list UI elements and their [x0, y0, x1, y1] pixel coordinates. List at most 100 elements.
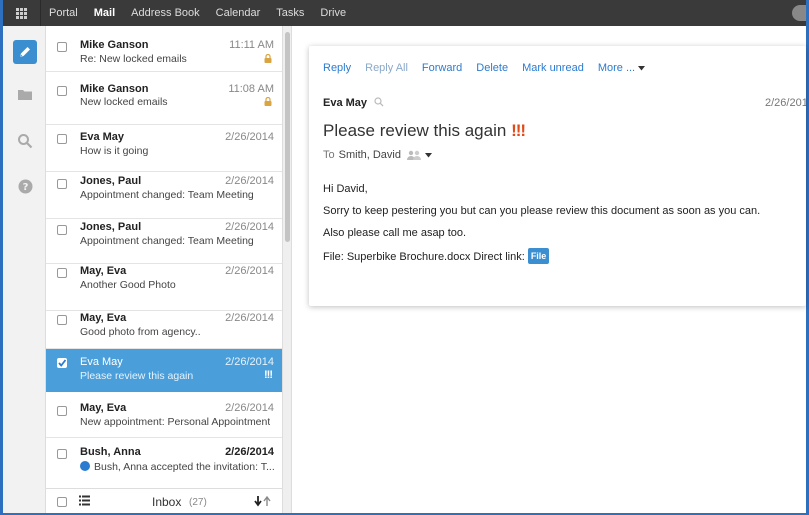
message-row[interactable]: May, Eva 2/26/2014 Another Good Photo	[46, 264, 282, 311]
file-link-button[interactable]: File	[527, 248, 550, 264]
help-icon[interactable]: ?	[13, 174, 37, 198]
body-greeting: Hi David,	[323, 183, 368, 195]
message-from: Jones, Paul	[80, 175, 142, 187]
message-from: May, Eva	[80, 265, 127, 277]
unread-dot-icon	[80, 461, 90, 471]
message-subject: Appointment changed: Team Meeting	[80, 189, 254, 201]
message-from: Jones, Paul	[80, 221, 142, 233]
file-text: File: Superbike Brochure.docx Direct lin…	[323, 251, 525, 263]
message-from: May, Eva	[80, 402, 127, 414]
message-checkbox[interactable]	[57, 225, 67, 235]
message-date: 2/26/2014	[225, 312, 274, 324]
message-subject: How is it going	[80, 145, 149, 157]
message-row-unread[interactable]: Bush, Anna 2/26/2014 Bush, Anna accepted…	[46, 438, 282, 488]
message-subject-line: Bush, Anna accepted the invitation: T...	[80, 461, 275, 473]
message-date: 11:11 AM	[229, 39, 274, 51]
message-subject: Re: New locked emails	[80, 53, 187, 65]
priority-indicator: !!!	[511, 121, 526, 140]
folder-icon[interactable]	[13, 82, 37, 106]
message-checkbox[interactable]	[57, 315, 67, 325]
message-row[interactable]: Jones, Paul 2/26/2014 Appointment change…	[46, 172, 282, 219]
sort-arrows-icon[interactable]	[254, 495, 272, 510]
nav-drive[interactable]: Drive	[312, 7, 354, 19]
nav-mail[interactable]: Mail	[86, 7, 123, 19]
sender-name[interactable]: Eva May	[323, 97, 384, 109]
priority-indicator: !!!	[264, 369, 273, 381]
message-date: 2/26/2014	[225, 402, 274, 414]
message-row-selected[interactable]: Eva May 2/26/2014 Please review this aga…	[46, 349, 282, 392]
message-checkbox[interactable]	[57, 179, 67, 189]
top-bar: Portal Mail Address Book Calendar Tasks …	[3, 0, 806, 26]
message-row[interactable]: Mike Ganson 11:08 AM New locked emails	[46, 72, 282, 125]
search-icon[interactable]	[13, 129, 37, 153]
body-file-line: File: Superbike Brochure.docx Direct lin…	[323, 248, 760, 270]
user-menu-avatar[interactable]	[792, 5, 806, 21]
list-footer: Inbox (27)	[46, 488, 282, 513]
message-checkbox[interactable]	[57, 134, 67, 144]
nav-tasks[interactable]: Tasks	[268, 7, 312, 19]
message-subject: New appointment: Personal Appointment	[80, 416, 271, 428]
message-row[interactable]: May, Eva 2/26/2014 New appointment: Pers…	[46, 392, 282, 438]
left-icon-rail: ?	[3, 26, 46, 513]
message-from: Mike Ganson	[80, 39, 149, 51]
message-date: 2/26/2014	[225, 221, 274, 233]
message-date: 2/26/2014	[225, 131, 274, 143]
message-checkbox[interactable]	[57, 86, 67, 96]
nav-portal[interactable]: Portal	[41, 7, 86, 19]
message-from: Eva May	[80, 131, 125, 143]
forward-button[interactable]: Forward	[422, 62, 462, 74]
mark-unread-button[interactable]: Mark unread	[522, 62, 584, 74]
message-date: 11:08 AM	[228, 83, 274, 95]
select-all-checkbox[interactable]	[57, 497, 67, 507]
message-from: Bush, Anna	[80, 446, 141, 458]
message-from: Mike Ganson	[80, 83, 149, 95]
body-line: Sorry to keep pestering you but can you …	[323, 205, 761, 217]
message-checkbox[interactable]	[57, 406, 67, 416]
to-label: To	[323, 149, 335, 161]
reply-all-button[interactable]: Reply All	[365, 62, 408, 74]
message-list-scrollbar[interactable]	[282, 26, 292, 513]
message-subject: Good photo from agency..	[80, 326, 201, 338]
message-body: Hi David, Sorry to keep pestering you bu…	[323, 182, 760, 270]
message-subject: Bush, Anna accepted the invitation: T...	[94, 461, 275, 473]
nav-calendar[interactable]: Calendar	[208, 7, 269, 19]
message-date: 2/26/2014	[225, 446, 274, 458]
apps-grid-icon[interactable]	[3, 0, 41, 26]
delete-button[interactable]: Delete	[476, 62, 508, 74]
message-checkbox[interactable]	[57, 42, 67, 52]
list-view-icon[interactable]	[79, 495, 90, 509]
caret-down-icon	[424, 152, 432, 157]
compose-icon[interactable]	[13, 40, 37, 64]
subject-text: Please review this again	[323, 121, 507, 140]
contacts-icon	[406, 150, 421, 160]
message-subject: Appointment changed: Team Meeting	[80, 235, 254, 247]
message-subject: Please review this again	[80, 370, 194, 382]
top-navigation: Portal Mail Address Book Calendar Tasks …	[41, 0, 354, 26]
recipients-line: To Smith, David	[323, 149, 432, 161]
folder-label[interactable]: Inbox	[152, 495, 181, 509]
sender-label: Eva May	[323, 97, 368, 109]
message-row[interactable]: Jones, Paul 2/26/2014 Appointment change…	[46, 219, 282, 264]
svg-text:?: ?	[22, 182, 28, 193]
search-icon	[374, 97, 384, 107]
message-subject: Another Good Photo	[80, 279, 176, 291]
more-button[interactable]: More ...	[597, 62, 646, 74]
message-checkbox[interactable]	[57, 268, 67, 278]
message-row[interactable]: Eva May 2/26/2014 How is it going	[46, 125, 282, 172]
message-row[interactable]: Mike Ganson 11:11 AM Re: New locked emai…	[46, 26, 282, 72]
message-checkbox[interactable]	[57, 449, 67, 459]
message-date: 2/26/2014	[765, 97, 806, 109]
message-subject: New locked emails	[80, 96, 168, 108]
more-label: More ...	[597, 62, 636, 74]
message-row[interactable]: May, Eva 2/26/2014 Good photo from agenc…	[46, 311, 282, 349]
message-card: Reply Reply All Forward Delete Mark unre…	[309, 46, 806, 306]
message-subject-heading: Please review this again !!!	[323, 121, 526, 141]
body-line: Also please call me asap too.	[323, 227, 467, 239]
message-checkbox-checked[interactable]	[57, 358, 67, 368]
recipient-name[interactable]: Smith, David	[339, 149, 401, 161]
scrollbar-thumb[interactable]	[285, 32, 290, 242]
nav-address-book[interactable]: Address Book	[123, 7, 207, 19]
lock-icon	[264, 95, 272, 109]
reply-button[interactable]: Reply	[323, 62, 351, 74]
folder-count: (27)	[189, 497, 207, 508]
